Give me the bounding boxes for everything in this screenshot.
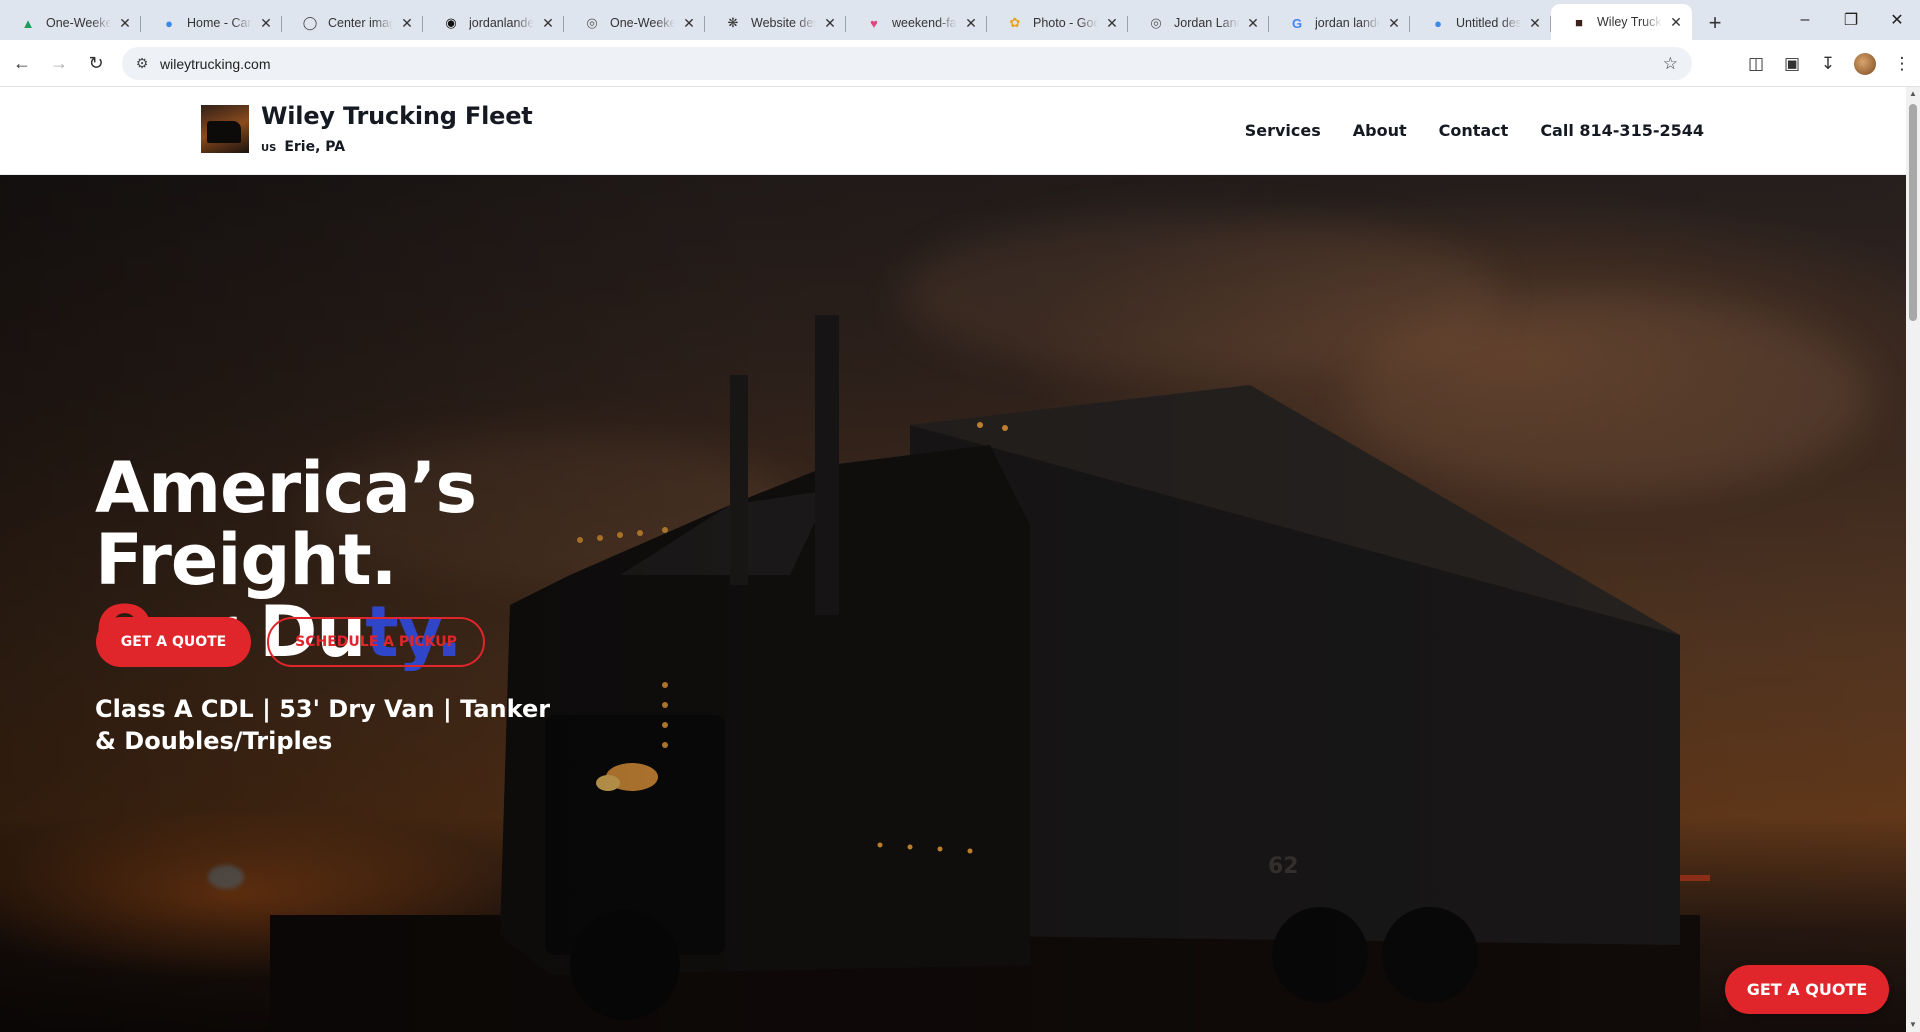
canva-icon: ● (165, 15, 173, 31)
site-header: Wiley Trucking Fleet US Erie, PA Service… (0, 87, 1906, 175)
globe-icon: ◎ (1150, 15, 1162, 30)
tab-title: One-Weekend (46, 16, 111, 30)
github-icon: ◉ (445, 15, 457, 30)
site-favicon: ■ (1575, 14, 1583, 30)
browser-tab[interactable]: ❋ Website design ✕ (705, 6, 846, 40)
browser-tab[interactable]: Gjordan lander ✕ (1269, 6, 1410, 40)
chatgpt-icon: ❋ (727, 15, 739, 30)
reload-button[interactable]: ↻ (81, 48, 111, 78)
profile-avatar[interactable] (1854, 52, 1876, 75)
brand-location: US Erie, PA (261, 139, 345, 155)
browser-tab[interactable]: ● Home - Canva ✕ (141, 6, 282, 40)
tab-title: Wiley Trucking (1597, 15, 1662, 29)
location-text: Erie, PA (284, 139, 346, 155)
download-icon[interactable]: ↧ (1810, 46, 1846, 82)
tab-title: Untitled design (1456, 16, 1521, 30)
close-tab-icon[interactable]: ✕ (1668, 14, 1684, 30)
tab-title: jordan lander (1315, 16, 1380, 30)
close-tab-icon[interactable]: ✕ (540, 15, 556, 31)
scroll-up-icon[interactable]: ▲ (1906, 87, 1920, 101)
browser-tab[interactable]: ◉ jordanlander ✕ (423, 6, 564, 40)
browser-tab[interactable]: ✿ Photo - Google ✕ (987, 6, 1128, 40)
minimize-icon[interactable]: – (1782, 0, 1828, 40)
browser-tab[interactable]: ◯ Center image ✕ (282, 6, 423, 40)
close-tab-icon[interactable]: ✕ (399, 15, 415, 31)
browser-tab[interactable]: ◎ Jordan Lander ✕ (1128, 6, 1269, 40)
get-quote-button[interactable]: GET A QUOTE (96, 617, 251, 667)
close-tab-icon[interactable]: ✕ (117, 15, 133, 31)
browser-tab[interactable]: ◎ One-Weekend ✕ (564, 6, 705, 40)
address-bar[interactable]: ⚙ wileytrucking.com ☆ (122, 47, 1692, 80)
close-tab-icon[interactable]: ✕ (1104, 15, 1120, 31)
nav-contact-link[interactable]: Contact (1439, 121, 1509, 140)
tab-title: One-Weekend (610, 16, 675, 30)
browser-tab[interactable]: ■ Wiley Trucking ✕ (1551, 4, 1692, 40)
extensions-icon[interactable]: ◫ (1738, 46, 1774, 82)
floating-get-quote-button[interactable]: GET A QUOTE (1725, 965, 1889, 1014)
url-text: wileytrucking.com (160, 55, 271, 72)
tab-title: weekend-facts (892, 16, 957, 30)
google-icon: G (1291, 15, 1303, 31)
toolbar-actions: ◫ ▣ ↧ ⋮ (1738, 40, 1920, 87)
logo-image[interactable] (201, 105, 249, 153)
window-controls: – ❐ ✕ (1782, 0, 1920, 40)
browser-tab-strip: ▲ One-Weekend ✕ ● Home - Canva ✕ ◯ Center image… (0, 0, 1920, 40)
new-tab-button[interactable]: + (1698, 6, 1732, 40)
bookmark-star-icon[interactable]: ☆ (1663, 54, 1678, 74)
scrollbar-thumb[interactable] (1909, 104, 1917, 321)
google-drive-icon: ▲ (21, 15, 35, 31)
close-window-icon[interactable]: ✕ (1874, 0, 1920, 40)
menu-kebab-icon[interactable]: ⋮ (1884, 46, 1920, 82)
close-tab-icon[interactable]: ✕ (1245, 15, 1261, 31)
canva-icon: ● (1434, 15, 1442, 31)
close-tab-icon[interactable]: ✕ (1386, 15, 1402, 31)
nav-call-link[interactable]: Call 814-315-2544 (1540, 121, 1704, 140)
tab-title: Website design (751, 16, 816, 30)
close-tab-icon[interactable]: ✕ (822, 15, 838, 31)
main-nav: Services About Contact Call 814-315-2544 (1245, 121, 1704, 140)
hero-title-line-1: America’s (95, 447, 477, 529)
tab-search-icon[interactable]: ▣ (1774, 46, 1810, 82)
tab-list: ▲ One-Weekend ✕ ● Home - Canva ✕ ◯ Center image… (0, 0, 1692, 40)
hero-subtitle: Class A CDL | 53' Dry Van | Tanker & Dou… (95, 695, 551, 755)
tab-title: Photo - Google (1033, 16, 1098, 30)
nav-services-link[interactable]: Services (1245, 121, 1321, 140)
hero-title-line-2: Freight. (95, 519, 397, 601)
browser-tab[interactable]: ▲ One-Weekend ✕ (0, 6, 141, 40)
page-scrollbar[interactable]: ▲ ▼ (1906, 87, 1920, 1032)
tab-title: Jordan Lander (1174, 16, 1239, 30)
hero-section: 62 America’s Freight. Our Duty. Class A … (0, 175, 1906, 1032)
browser-tab[interactable]: ● Untitled design ✕ (1410, 6, 1551, 40)
schedule-pickup-button[interactable]: SCHEDULE A PICKUP (267, 617, 485, 667)
us-flag-icon: US (261, 143, 277, 154)
close-tab-icon[interactable]: ✕ (258, 15, 274, 31)
back-button[interactable]: ← (7, 48, 37, 78)
forward-button[interactable]: → (44, 48, 74, 78)
browser-toolbar: ← → ↻ ⚙ wileytrucking.com ☆ ◫ ▣ ↧ ⋮ (0, 40, 1920, 87)
site-info-icon[interactable]: ⚙ (126, 55, 158, 72)
tab-title: Center image (328, 16, 393, 30)
restore-icon[interactable]: ❐ (1828, 0, 1874, 40)
close-tab-icon[interactable]: ✕ (681, 15, 697, 31)
scroll-down-icon[interactable]: ▼ (1906, 1018, 1920, 1032)
tab-title: Home - Canva (187, 16, 252, 30)
google-photos-icon: ✿ (1009, 15, 1021, 30)
close-tab-icon[interactable]: ✕ (963, 15, 979, 31)
browser-tab[interactable]: ♥ weekend-facts ✕ (846, 6, 987, 40)
app-icon: ♥ (870, 15, 878, 31)
web-icon: ◯ (302, 15, 318, 30)
tab-title: jordanlander (469, 16, 534, 30)
globe-icon: ◎ (586, 15, 598, 30)
brand-name[interactable]: Wiley Trucking Fleet (261, 102, 533, 130)
close-tab-icon[interactable]: ✕ (1527, 15, 1543, 31)
nav-about-link[interactable]: About (1353, 121, 1407, 140)
